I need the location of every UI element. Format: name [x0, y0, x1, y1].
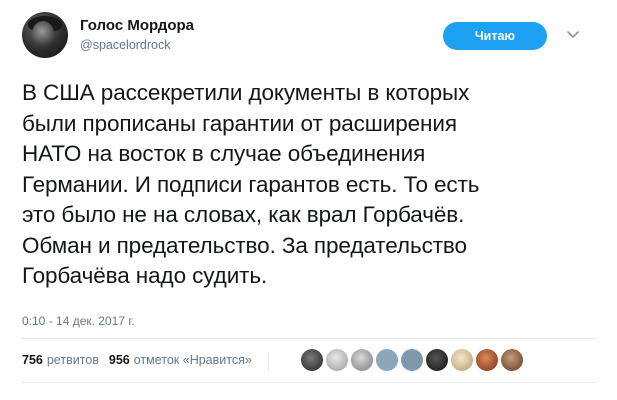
likes-count: 956	[108, 353, 130, 367]
retweets-count: 756	[22, 353, 43, 367]
liker-avatar[interactable]	[351, 349, 373, 371]
author-name[interactable]: Голос Мордора	[80, 17, 194, 34]
liker-avatar[interactable]	[401, 349, 423, 371]
likes-stat[interactable]: 956 отметок «Нравится»	[109, 353, 252, 367]
avatar[interactable]	[22, 12, 68, 58]
liker-avatars	[301, 349, 523, 371]
follow-button-label: Читаю	[474, 29, 516, 43]
stats-separator	[267, 353, 269, 371]
liker-avatar[interactable]	[301, 349, 323, 371]
tweet-timestamp[interactable]: 0:10 - 14 дек. 2017 г.	[22, 314, 135, 328]
tweet-text: В США рассекретили документы в которых б…	[22, 80, 480, 288]
liker-avatar[interactable]	[376, 349, 398, 371]
liker-avatar[interactable]	[426, 349, 448, 371]
chevron-down-icon[interactable]	[565, 26, 581, 42]
divider-top	[22, 338, 597, 339]
liker-avatar[interactable]	[451, 349, 473, 371]
likes-label: отметок «Нравится»	[133, 353, 252, 367]
liker-avatar[interactable]	[326, 349, 348, 371]
divider-bottom	[22, 382, 597, 383]
avatar-face	[32, 21, 54, 47]
liker-avatar[interactable]	[501, 349, 523, 371]
author-handle[interactable]: @spacelordrock	[80, 38, 171, 52]
retweets-label: ретвитов	[46, 353, 99, 367]
tweet-header: Голос Мордора @spacelordrock Читаю	[0, 0, 617, 64]
tweet-stats: 756 ретвитов 956 отметок «Нравится»	[22, 353, 273, 371]
follow-button[interactable]: Читаю	[443, 22, 547, 50]
retweets-stat[interactable]: 756 ретвитов	[22, 353, 99, 367]
liker-avatar[interactable]	[476, 349, 498, 371]
